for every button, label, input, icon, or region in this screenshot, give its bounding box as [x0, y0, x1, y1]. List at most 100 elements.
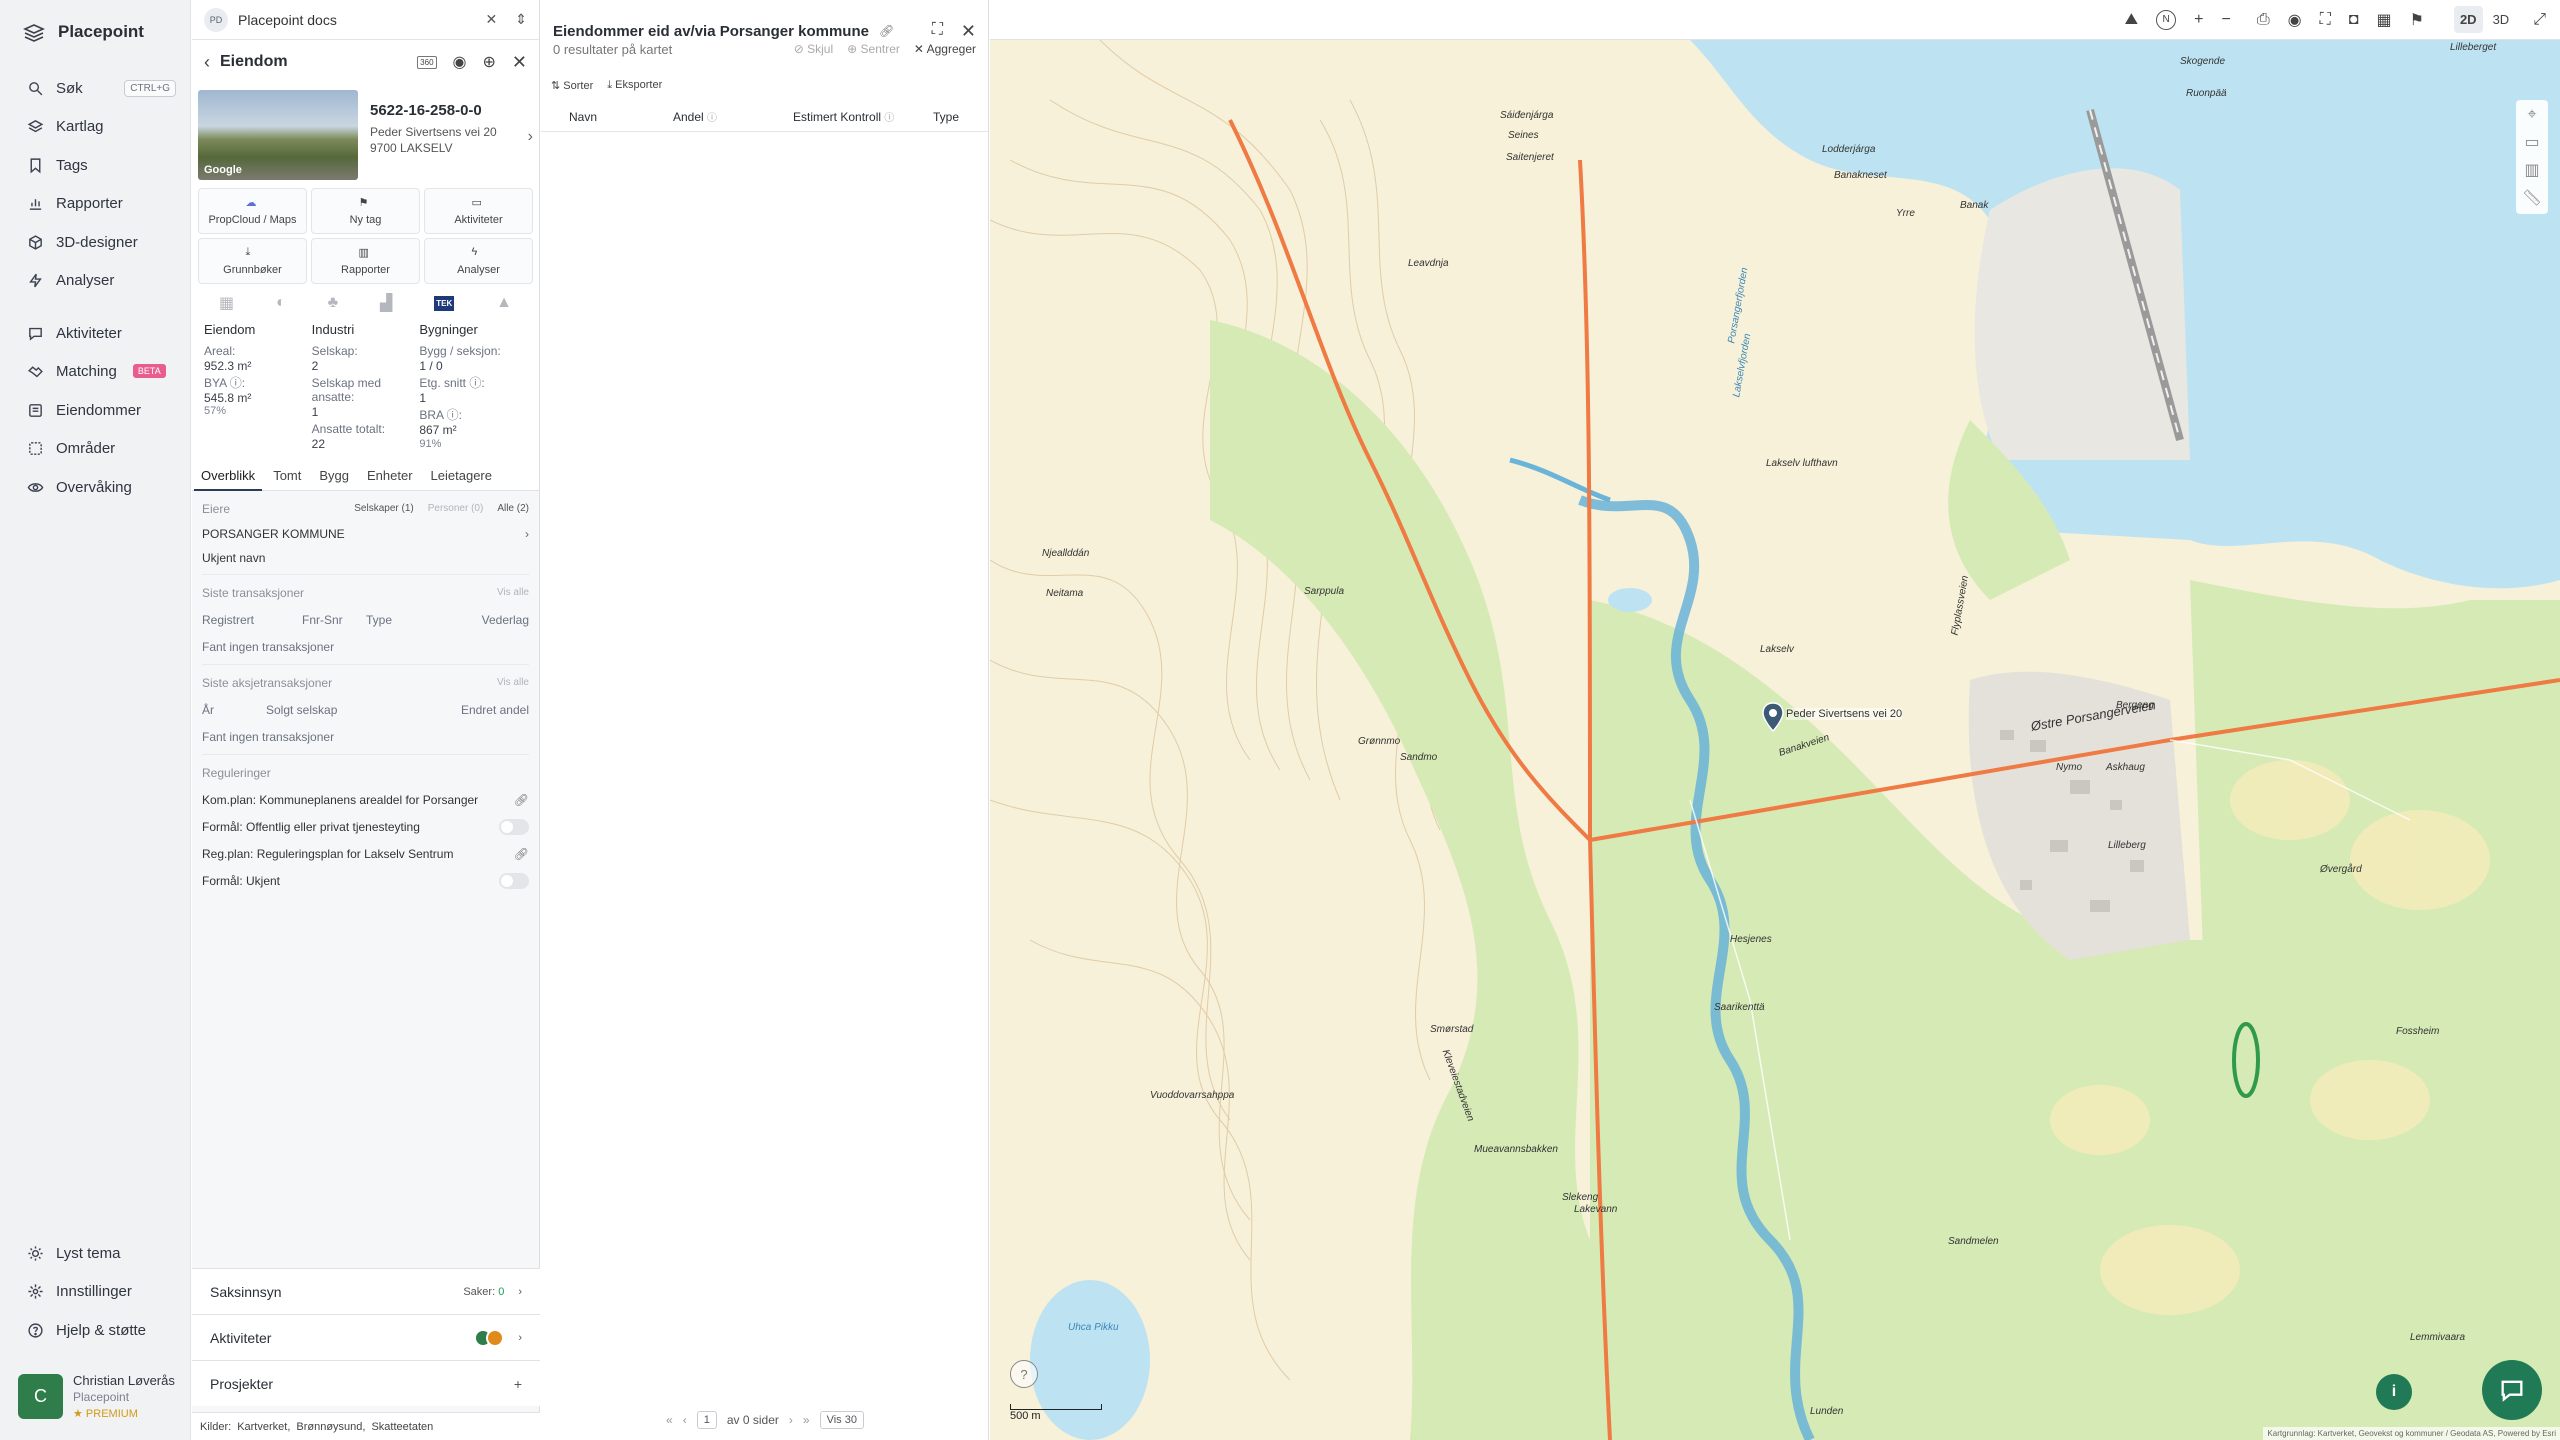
next-page-icon[interactable]: ›	[789, 1413, 793, 1427]
mode-2d-button[interactable]: 2D	[2453, 6, 2483, 33]
per-page-select[interactable]: Vis 30	[819, 1411, 864, 1429]
zoom-in-icon[interactable]: +	[2194, 11, 2203, 29]
source-icon[interactable]: ▲	[496, 294, 512, 312]
first-page-icon[interactable]: «	[666, 1413, 673, 1427]
sidebar-item-layers[interactable]: Kartlag	[14, 109, 182, 143]
filter-companies[interactable]: Selskaper (1)	[354, 503, 413, 514]
sidebar-item-tags[interactable]: Tags	[14, 148, 182, 182]
link-icon[interactable]: 🔗︎	[514, 847, 529, 861]
add-circle-icon[interactable]: ⊕	[483, 52, 496, 72]
expand-icon[interactable]: ⛶	[932, 21, 943, 42]
activities-button[interactable]: ▭ Aktiviteter	[424, 188, 533, 234]
center-button[interactable]: ⊕ Sentrer	[847, 42, 900, 56]
regulation-toggle[interactable]	[499, 872, 529, 889]
sidebar-item-properties[interactable]: Eiendommer	[14, 393, 182, 427]
filter-all[interactable]: Alle (2)	[497, 503, 529, 514]
close-icon[interactable]: ✕	[512, 52, 527, 73]
user-profile[interactable]: C Christian Løverås Placepoint ★ PREMIUM	[18, 1373, 175, 1420]
sidebar-item-search[interactable]: Søk CTRL+G	[14, 71, 182, 105]
source-link[interactable]: Brønnøysund,	[296, 1421, 365, 1433]
mode-3d-button[interactable]: 3D	[2487, 6, 2516, 33]
column-header[interactable]: Navn	[553, 110, 673, 124]
owner-row[interactable]: Ukjent navn	[202, 546, 529, 570]
close-icon[interactable]: ✕	[486, 11, 498, 28]
accordion-activities[interactable]: Aktiviteter ›	[192, 1314, 540, 1360]
source-link[interactable]: Kartverket,	[237, 1421, 290, 1433]
propcloud-button[interactable]: ☁ PropCloud / Maps	[198, 188, 307, 234]
link-icon[interactable]: 🔗︎	[514, 793, 529, 807]
last-page-icon[interactable]: »	[803, 1413, 810, 1427]
see-all-link[interactable]: Vis alle	[497, 587, 529, 598]
new-tag-button[interactable]: ⚑ Ny tag	[311, 188, 420, 234]
camera-icon[interactable]: ◘	[2349, 11, 2359, 29]
sidebar-item-reports[interactable]: Rapporter	[14, 186, 182, 220]
expand-vertical-icon[interactable]: ⇕	[515, 11, 527, 28]
grid-icon[interactable]: ▦	[2376, 10, 2391, 30]
source-icon[interactable]: ▟	[380, 293, 392, 313]
property-pin[interactable]: Peder Sivertsens vei 20	[1762, 702, 1903, 737]
link-icon[interactable]: 🔗︎	[879, 24, 894, 38]
sidebar-item-monitoring[interactable]: Overvåking	[14, 470, 182, 504]
sort-button[interactable]: ⇅ Sorter	[551, 79, 593, 92]
export-button[interactable]: ⤓ Eksporter	[607, 79, 662, 92]
column-header[interactable]: Type	[933, 110, 959, 124]
zoom-out-icon[interactable]: −	[2221, 11, 2230, 29]
prev-page-icon[interactable]: ‹	[683, 1413, 687, 1427]
bookmark-icon[interactable]: ⚑	[2410, 10, 2424, 30]
owner-row[interactable]: PORSANGER KOMMUNE ›	[202, 522, 529, 546]
sidebar-item-light-theme[interactable]: Lyst tema	[14, 1236, 182, 1270]
tek-icon[interactable]: TEK	[434, 295, 455, 311]
sidebar-item-analyses[interactable]: Analyser	[14, 263, 182, 297]
eye-icon[interactable]: ◉	[2288, 10, 2302, 30]
accordion-projects[interactable]: Prosjekter +	[192, 1360, 540, 1406]
reports-button[interactable]: ▥ Rapporter	[311, 238, 420, 284]
add-icon[interactable]: +	[514, 1376, 522, 1392]
source-link[interactable]: Skatteetaten	[371, 1421, 433, 1433]
brand[interactable]: Placepoint	[22, 20, 144, 44]
land-registry-button[interactable]: ⤓ Grunnbøker	[198, 238, 307, 284]
regulation-toggle[interactable]	[499, 818, 529, 835]
chevron-right-icon[interactable]: ›	[528, 128, 533, 146]
fullscreen-icon[interactable]: ⛶	[2320, 11, 2331, 29]
source-icon[interactable]: ▦	[219, 293, 234, 313]
column-header[interactable]: Andel ⓘ	[673, 109, 793, 124]
map-canvas[interactable]: Skogende Lilleberget Ruonpää Sáiđenjárga…	[990, 40, 2560, 1440]
streetview-thumbnail[interactable]: Google	[198, 90, 358, 180]
sidebar-item-areas[interactable]: Områder	[14, 431, 182, 465]
info-button[interactable]: i	[2376, 1374, 2412, 1410]
eye-icon[interactable]: ◉	[453, 52, 467, 72]
tab-units[interactable]: Enheter	[360, 465, 420, 491]
ruler-icon[interactable]: 📏︎	[2522, 188, 2542, 208]
docs-title[interactable]: Placepoint docs	[238, 12, 337, 28]
tab-overview[interactable]: Overblikk	[194, 465, 263, 492]
tab-tenants[interactable]: Leietagere	[424, 465, 499, 491]
sidebar-item-activities[interactable]: Aktiviteter	[14, 316, 182, 350]
layers-icon[interactable]: ⛰	[2125, 11, 2138, 29]
sidebar-item-help[interactable]: Hjelp & støtte	[14, 1313, 182, 1347]
sidebar-item-matching[interactable]: Matching BETA	[14, 354, 182, 388]
tab-buildings[interactable]: Bygg	[312, 465, 356, 491]
see-all-link[interactable]: Vis alle	[497, 677, 529, 688]
measure-icon[interactable]: ⌖	[2527, 106, 2536, 124]
hide-button[interactable]: ⊘ Skjul	[794, 42, 833, 56]
print-icon[interactable]: ⎙	[2257, 11, 2270, 29]
fullscreen-corner-icon[interactable]: ⤢	[2533, 11, 2546, 29]
360-icon[interactable]: 360	[417, 55, 437, 69]
column-header[interactable]: Estimert Kontroll ⓘ	[793, 109, 933, 124]
north-arrow-icon[interactable]: N	[2156, 9, 2177, 30]
draw-icon[interactable]: ▭	[2524, 132, 2539, 152]
tab-plot[interactable]: Tomt	[266, 465, 308, 491]
map-help-button[interactable]: ?	[1010, 1360, 1038, 1388]
chat-button[interactable]	[2482, 1360, 2542, 1420]
back-icon[interactable]: ‹	[204, 52, 210, 73]
accordion-case-access[interactable]: Saksinnsyn Saker: 0 ›	[192, 1268, 540, 1314]
filter-persons[interactable]: Personer (0)	[428, 503, 484, 514]
aggregate-button[interactable]: ✕ Aggreger	[914, 42, 976, 56]
source-icon[interactable]: ♣	[328, 294, 339, 312]
page-input[interactable]: 1	[696, 1411, 717, 1429]
chart-icon[interactable]: ▥	[2524, 160, 2539, 180]
sidebar-item-3d-designer[interactable]: 3D-designer	[14, 225, 182, 259]
close-icon[interactable]: ✕	[961, 21, 976, 42]
source-icon[interactable]: ◐	[276, 294, 286, 312]
analyses-button[interactable]: ϟ Analyser	[424, 238, 533, 284]
